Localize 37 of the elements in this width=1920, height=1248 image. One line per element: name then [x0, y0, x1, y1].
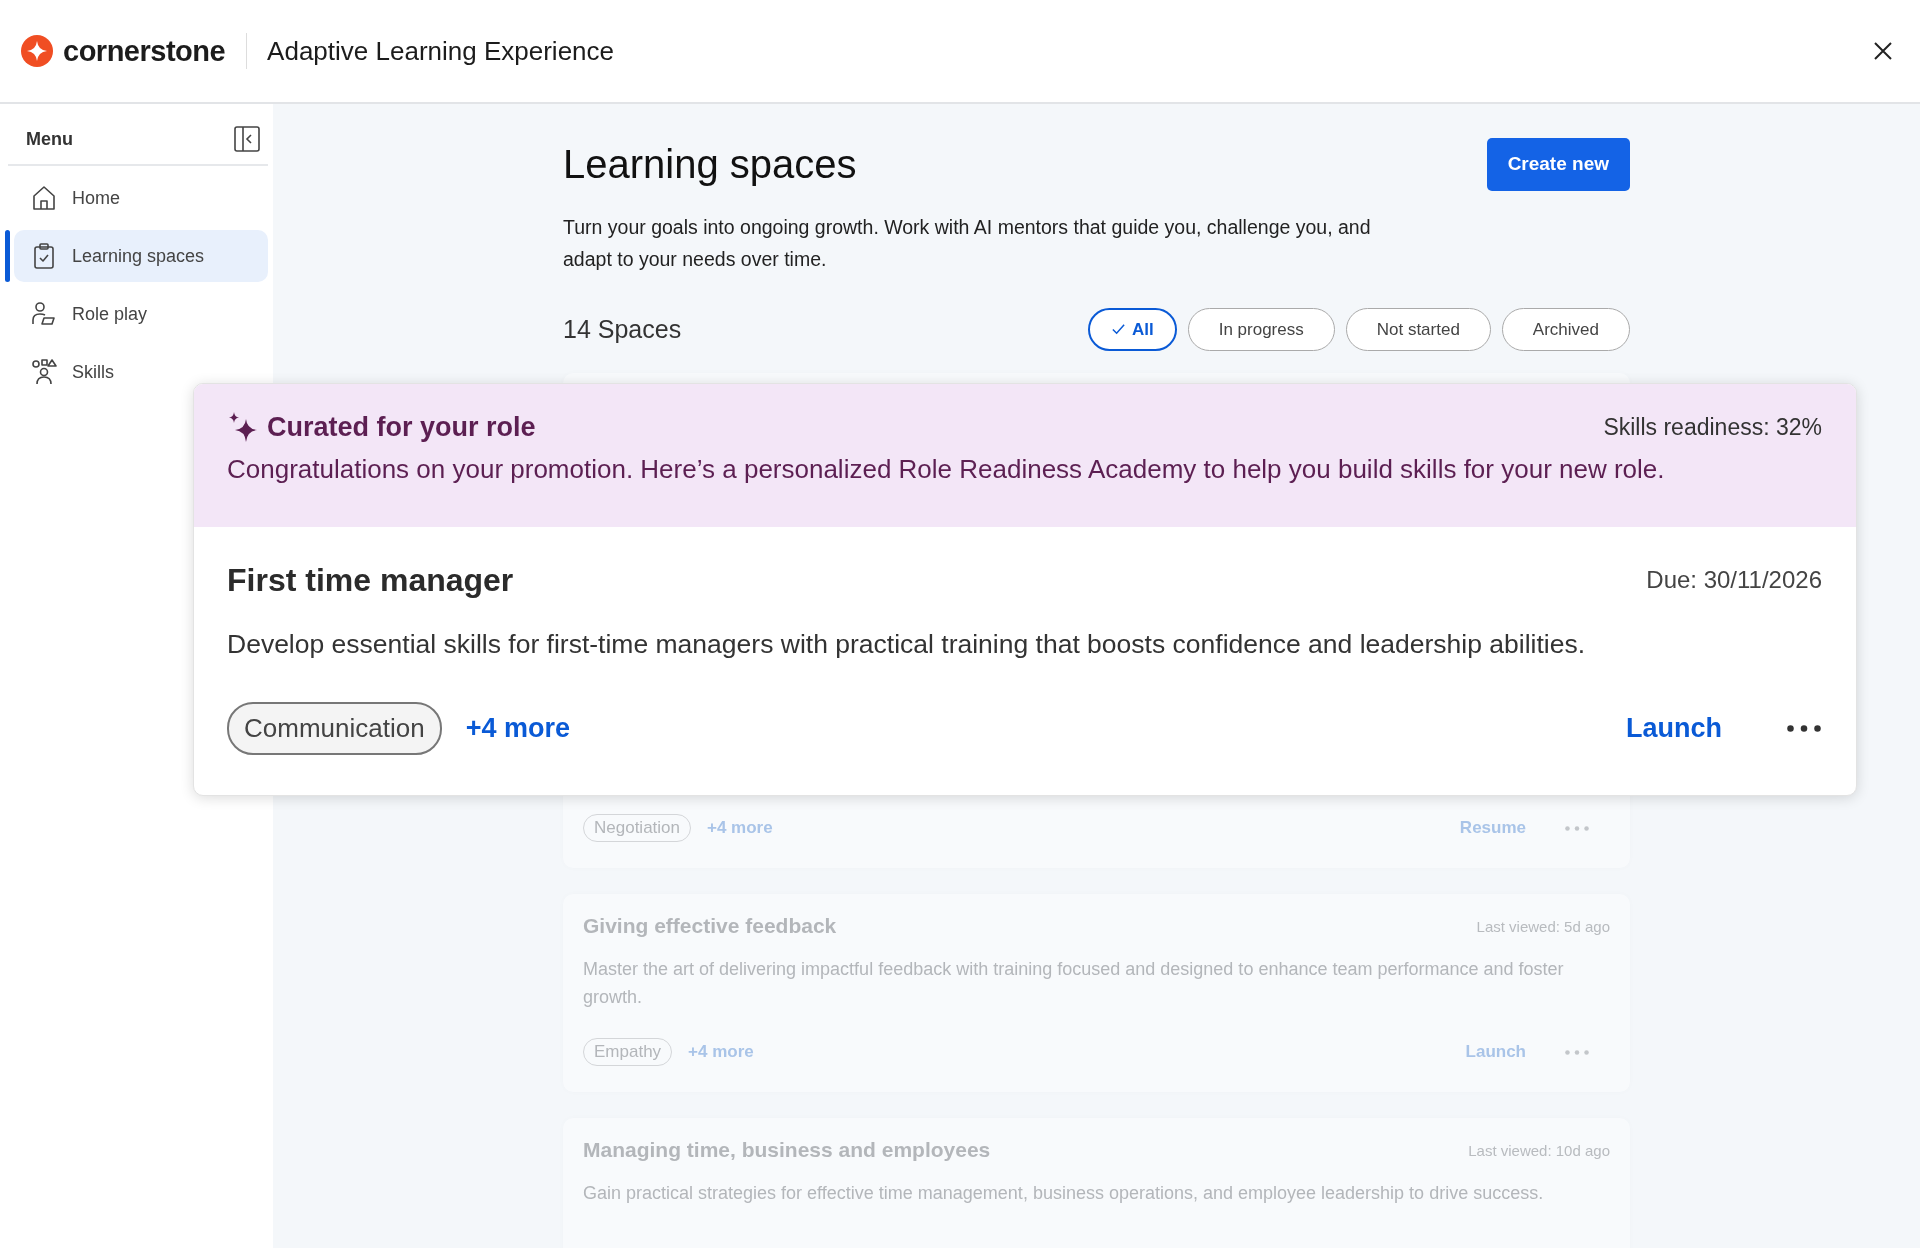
card-description: Gain practical strategies for effective time management, business operations, and employee leadership to drive success.: [583, 1182, 1545, 1205]
card-title: Managing time, business and employees: [583, 1138, 991, 1162]
last-viewed-text: Last viewed: 5d ago: [1476, 917, 1610, 935]
filter-chip[interactable]: In progress: [1187, 308, 1335, 351]
last-viewed-text: Last viewed: 10d ago: [1468, 1141, 1610, 1159]
banner-text: Congratulations on your promotion. Here’s a personalized Role Readiness Academy to help you build skills for your new role.: [227, 454, 1666, 485]
card-description: Master the art of delivering impactful feedback with training focused and designed to enhance team performance and foster growth.: [583, 958, 1565, 1009]
sidebar-item[interactable]: Role play: [14, 288, 268, 340]
sidebar-item[interactable]: Skills: [14, 346, 268, 398]
more-options-button[interactable]: [1786, 724, 1822, 733]
due-date: Due: 30/11/2026: [1646, 566, 1822, 594]
sidebar-item[interactable]: Home: [14, 172, 268, 224]
card-description: Develop essential skills for first-time managers with practical training that boosts confidence and leadership abilities.: [227, 629, 1587, 660]
close-icon: [1873, 41, 1893, 61]
more-skills-link[interactable]: +4 more: [465, 713, 570, 744]
skills-readiness: Skills readiness: 32%: [1603, 413, 1822, 441]
spaces-count: 14 Spaces: [563, 315, 682, 344]
filter-chip[interactable]: All: [1087, 308, 1177, 351]
person-laptop-icon: [30, 300, 58, 328]
logo-icon: [21, 35, 53, 67]
check-icon: [1110, 322, 1126, 337]
card-title: First time manager: [227, 561, 514, 599]
app-title: Adaptive Learning Experience: [267, 35, 614, 67]
launch-link[interactable]: Launch: [1626, 713, 1722, 744]
filter-chip[interactable]: Archived: [1501, 308, 1630, 351]
brand-name: cornerstone: [63, 34, 226, 68]
banner-title: Curated for your role: [267, 411, 536, 443]
home-icon: [30, 184, 58, 212]
menu-title: Menu: [26, 128, 73, 150]
skill-tag: Communication: [227, 702, 442, 755]
page-description: Turn your goals into ongoing growth. Work with AI mentors that guide you, challenge you, and adapt to your needs over time.: [563, 215, 1372, 272]
person-shapes-icon: [30, 358, 58, 386]
page-title: Learning spaces: [563, 141, 857, 187]
card-title: Giving effective feedback: [583, 914, 837, 938]
filter-chip[interactable]: Not started: [1345, 308, 1491, 351]
create-new-button[interactable]: Create new: [1486, 137, 1630, 191]
collapse-sidebar-button[interactable]: [234, 126, 260, 152]
